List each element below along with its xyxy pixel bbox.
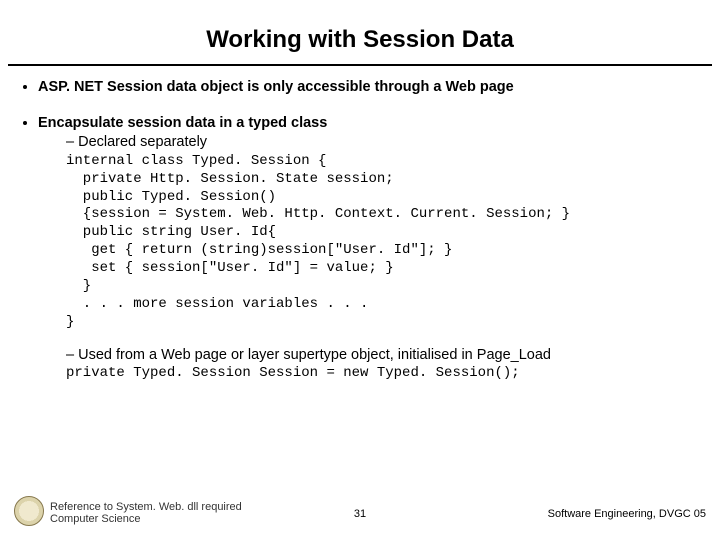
bullet-2: Encapsulate session data in a typed clas…: [38, 114, 700, 384]
bullet-list: ASP. NET Session data object is only acc…: [20, 78, 700, 383]
code-block-1: internal class Typed. Session { private …: [38, 153, 700, 332]
footer-left: Reference to System. Web. dll required C…: [14, 496, 242, 526]
footer-left-line2: Computer Science: [50, 513, 242, 526]
bullet-2-sub-2: Used from a Web page or layer supertype …: [38, 346, 700, 366]
bullet-1-text: ASP. NET Session data object is only acc…: [38, 79, 514, 95]
footer-right: Software Engineering, DVGC 05: [548, 508, 706, 520]
bullet-1: ASP. NET Session data object is only acc…: [38, 78, 700, 98]
slide: Working with Session Data ASP. NET Sessi…: [0, 0, 720, 540]
bullet-2-sub-1: Declared separately: [38, 133, 700, 153]
footer-left-text: Reference to System. Web. dll required C…: [50, 501, 242, 526]
title-rule: [8, 64, 712, 66]
page-number: 31: [354, 508, 366, 520]
bullet-2-text: Encapsulate session data in a typed clas…: [38, 115, 327, 131]
slide-content: ASP. NET Session data object is only acc…: [0, 78, 720, 383]
footer-left-line1: Reference to System. Web. dll required: [50, 501, 242, 514]
code-block-2: private Typed. Session Session = new Typ…: [38, 365, 700, 383]
university-seal-icon: [14, 496, 44, 526]
slide-title: Working with Session Data: [0, 0, 720, 64]
